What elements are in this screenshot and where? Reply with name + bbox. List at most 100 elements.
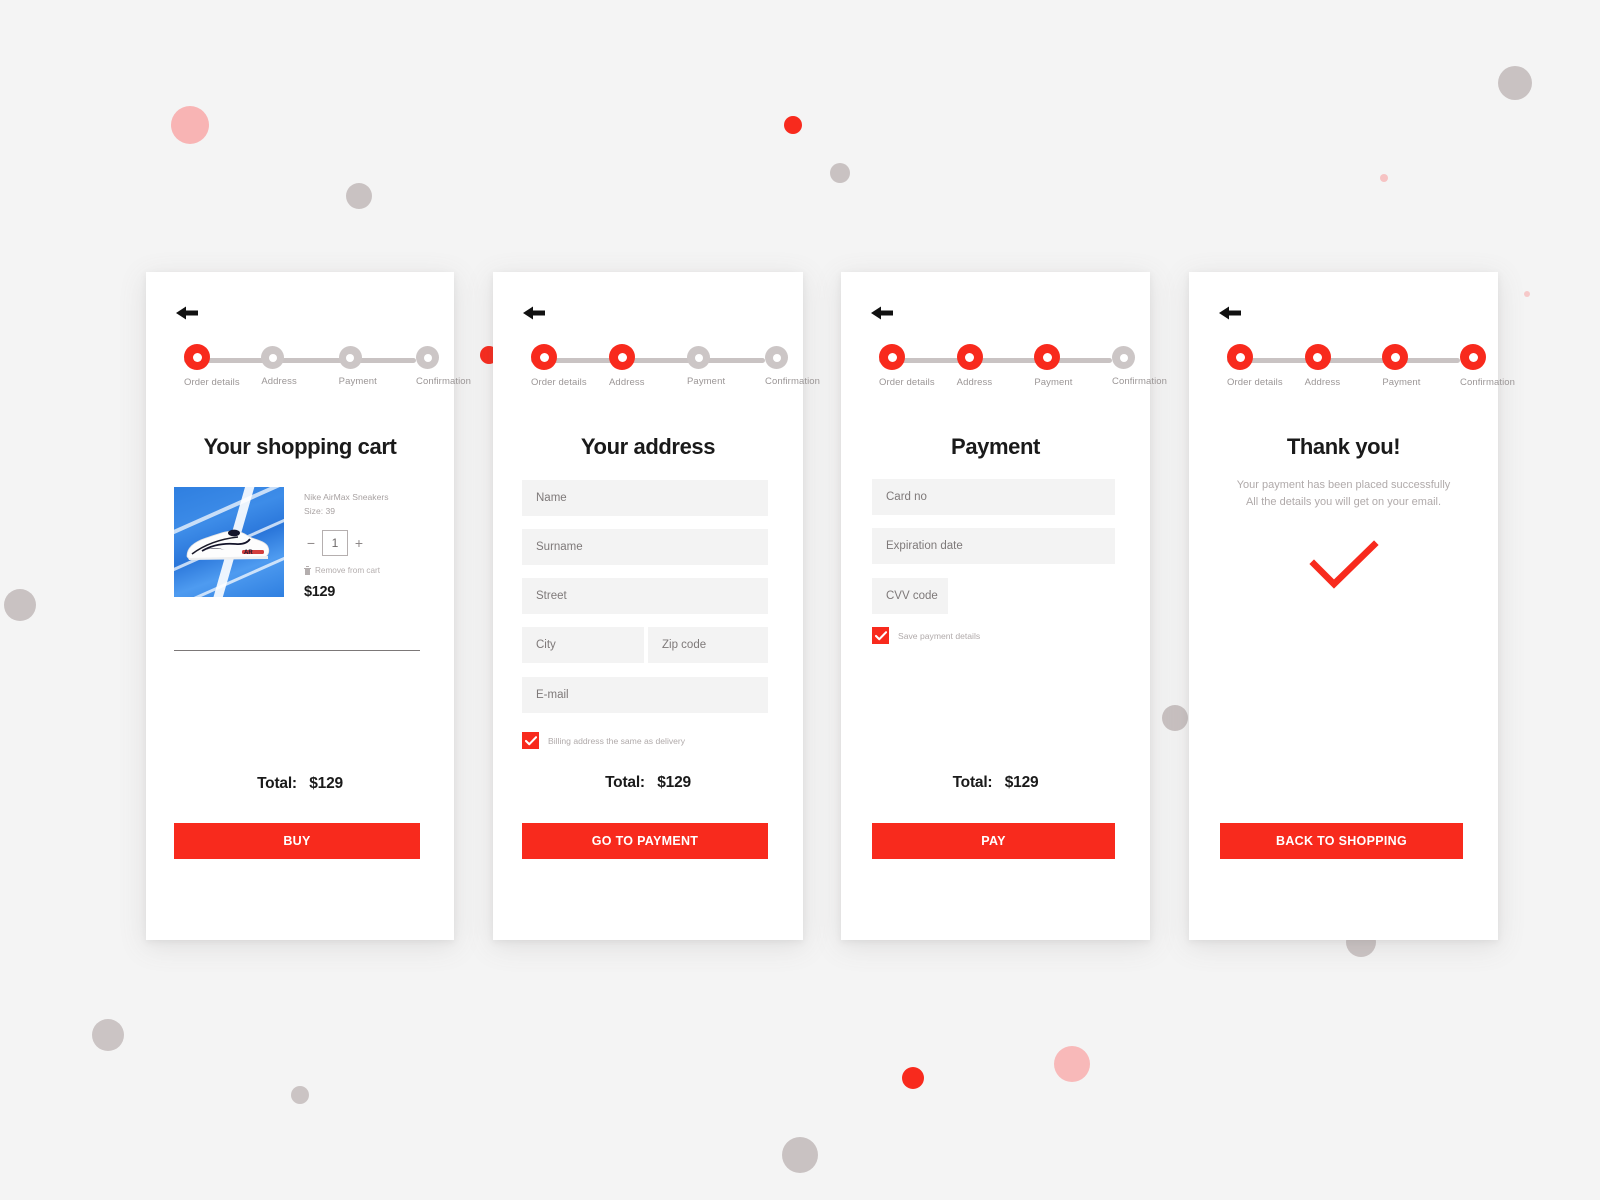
quantity-decrement-button[interactable]: − xyxy=(304,535,318,551)
stepper-circle xyxy=(609,344,635,370)
dot-grey-bottom-left-small xyxy=(291,1086,309,1104)
page-title: Thank you! xyxy=(1286,434,1401,459)
stepper-circle-hole xyxy=(423,353,432,362)
stepper-circle xyxy=(338,346,362,369)
stepper-circle xyxy=(416,346,439,369)
save-payment-details-row[interactable]: Save payment details xyxy=(872,627,980,644)
billing-address-checkbox-row[interactable]: Billing address the same as delivery xyxy=(522,732,685,749)
remove-from-cart-link[interactable]: Remove from cart xyxy=(304,565,424,575)
total-label: Total: xyxy=(952,774,993,791)
buy-button[interactable]: BUY xyxy=(174,823,420,859)
back-arrow-icon[interactable] xyxy=(174,302,200,324)
dot-grey-bottom-left xyxy=(92,1019,124,1051)
email-field[interactable]: E-mail xyxy=(522,677,768,713)
stepper-circle-hole xyxy=(965,352,975,362)
dot-grey-top-mid xyxy=(830,163,850,183)
expiration-date-field[interactable]: Expiration date xyxy=(872,528,1115,564)
stepper-circle-hole xyxy=(1390,352,1400,362)
stepper-circle xyxy=(879,344,905,370)
stepper-circle-hole xyxy=(268,353,277,362)
trash-icon xyxy=(304,565,311,575)
stepper-circle-hole xyxy=(1042,352,1052,362)
screen-card-order-details: Order details Address Payment Confirmation … xyxy=(146,272,471,940)
total-value: $129 xyxy=(657,774,691,791)
product-image: AR xyxy=(174,487,284,597)
stepper-track xyxy=(531,358,765,363)
stepper-circle-hole xyxy=(1468,352,1478,362)
stepper-circle-hole xyxy=(772,353,781,362)
stepper-circle xyxy=(261,346,285,369)
confirmation-message: Your payment has been placed successfull… xyxy=(1189,477,1498,511)
progress-stepper-payment: Order details Address Payment Confirmation xyxy=(841,340,1167,394)
dot-grey-left-mid xyxy=(4,589,36,621)
stepper-circle-hole xyxy=(539,352,549,362)
stepper-circle xyxy=(531,344,557,370)
order-total: Total: $129 xyxy=(146,775,454,793)
order-total: Total: $129 xyxy=(493,774,803,792)
product-price: $129 xyxy=(304,583,336,600)
check-icon xyxy=(524,735,537,745)
dot-grey-top-right xyxy=(1498,66,1532,100)
dot-pink-large-left xyxy=(171,106,209,144)
card-no-field[interactable]: Card no xyxy=(872,479,1115,515)
quantity-value[interactable]: 1 xyxy=(322,529,348,556)
dot-pink-bottom xyxy=(1054,1046,1090,1082)
back-arrow-icon[interactable] xyxy=(521,302,547,324)
svg-text:AR: AR xyxy=(244,550,253,556)
pay-button[interactable]: PAY xyxy=(872,823,1115,859)
dot-grey-right-mid xyxy=(1162,705,1188,731)
street-field[interactable]: Street xyxy=(522,578,768,614)
stepper-circle xyxy=(1227,344,1253,370)
stepper-track xyxy=(184,358,416,363)
name-field[interactable]: Name xyxy=(522,480,768,516)
dot-red-top xyxy=(784,116,802,134)
stepper-circle-hole xyxy=(1119,353,1128,362)
check-icon xyxy=(874,630,887,640)
progress-stepper-order-details: Order details Address Payment Confirmation xyxy=(146,340,471,394)
progress-stepper-confirmation: Order details Address Payment Confirmation xyxy=(1189,340,1515,394)
stepper-circle-hole xyxy=(694,353,703,362)
cvv-code-field[interactable]: CVV code xyxy=(872,578,948,614)
back-to-shopping-button[interactable]: BACK TO SHOPPING xyxy=(1220,823,1463,859)
zip-field[interactable]: Zip code xyxy=(648,627,768,663)
stepper-circle xyxy=(765,346,788,369)
stepper-circle-hole xyxy=(192,352,202,362)
confirmation-message-line2: All the details you will get on your ema… xyxy=(1245,496,1442,509)
quantity-stepper[interactable]: − 1 + xyxy=(304,529,424,556)
quantity-increment-button[interactable]: + xyxy=(352,535,366,551)
go-to-payment-button[interactable]: GO TO PAYMENT xyxy=(522,823,768,859)
stepper-circle xyxy=(1304,344,1331,370)
total-label: Total: xyxy=(605,774,645,791)
screen-card-confirmation: Order details Address Payment Confirmation … xyxy=(1189,272,1515,940)
stepper-circle xyxy=(1460,344,1486,370)
stepper-circle-hole xyxy=(887,352,897,362)
city-field[interactable]: City xyxy=(522,627,644,663)
confirmation-message-line1: Your payment has been placed successfull… xyxy=(1236,479,1451,491)
back-arrow-icon[interactable] xyxy=(1217,302,1243,324)
stepper-circle xyxy=(1112,346,1135,369)
dot-pink-tiny-right-2 xyxy=(1524,291,1530,297)
product-details: Nike AirMax Sneakers Size: 39 − 1 + Remo… xyxy=(304,491,424,600)
stepper-circle-hole xyxy=(1235,352,1245,362)
dot-grey-upper-left xyxy=(346,183,372,209)
billing-address-checkbox[interactable] xyxy=(522,732,539,749)
total-value: $129 xyxy=(309,775,343,792)
page-title: Your shopping cart xyxy=(203,434,397,459)
save-payment-details-checkbox[interactable] xyxy=(872,627,889,644)
page-title: Your address xyxy=(580,434,716,459)
order-total: Total: $129 xyxy=(841,774,1150,792)
total-label: Total: xyxy=(257,775,297,792)
surname-field[interactable]: Surname xyxy=(522,529,768,565)
total-value: $129 xyxy=(1004,774,1039,791)
stepper-circle xyxy=(1382,344,1409,370)
stepper-circle xyxy=(956,344,983,370)
stepper-circle xyxy=(687,346,710,369)
screen-card-address: Order details Address Payment Confirmation … xyxy=(493,272,820,940)
back-arrow-icon[interactable] xyxy=(869,302,895,324)
page-root: Order details Address Payment Confirmation … xyxy=(0,0,1600,1200)
stepper-circle-hole xyxy=(617,352,627,362)
dot-pink-tiny-right xyxy=(1380,174,1388,182)
stepper-track xyxy=(1227,358,1460,363)
dot-grey-bottom-mid xyxy=(782,1137,818,1173)
dot-red-bottom xyxy=(902,1067,924,1089)
